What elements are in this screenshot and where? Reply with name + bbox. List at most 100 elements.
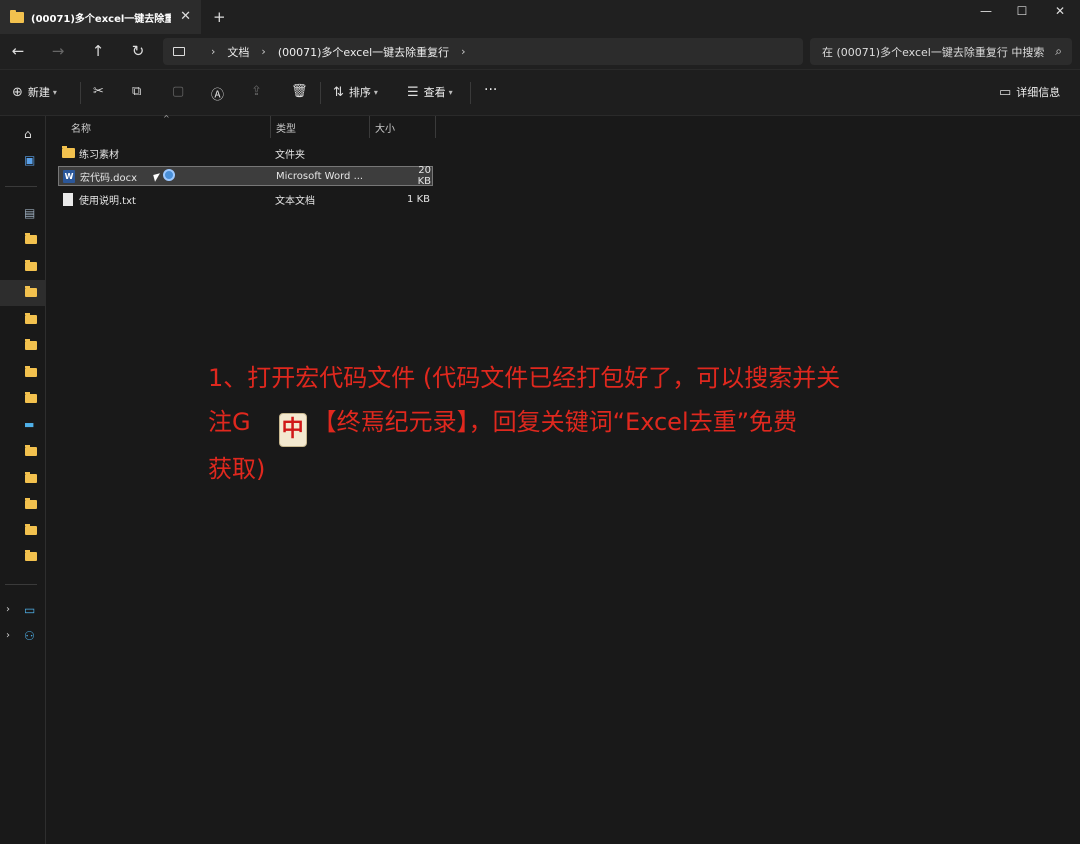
rename-icon: Ⓐ: [211, 88, 225, 103]
column-divider[interactable]: [435, 116, 436, 138]
address-bar[interactable]: › 文档 › (00071)多个excel一键去除重复行 ›: [163, 38, 803, 65]
plus-circle-icon: ⊕: [12, 84, 23, 100]
sidebar-item-folder[interactable]: [0, 544, 46, 570]
view-button[interactable]: ☰ 查看 ▾: [407, 84, 453, 100]
folder-icon: [25, 445, 37, 456]
sidebar-item-this-pc[interactable]: › ▭: [0, 598, 46, 624]
sidebar-divider: [5, 186, 37, 187]
view-label: 查看: [423, 86, 446, 99]
file-name-cell: W 宏代码.docx: [63, 169, 137, 184]
sidebar-item-folder[interactable]: [0, 227, 46, 253]
sidebar-divider: [5, 584, 37, 585]
sidebar-item-folder[interactable]: [0, 386, 46, 412]
sidebar-item-folder[interactable]: [0, 307, 46, 333]
search-placeholder: 在 (00071)多个excel一键去除重复行 中搜索: [822, 45, 1044, 59]
column-header-name[interactable]: 名称: [65, 116, 270, 138]
tab-title: (00071)多个excel一键去除重复: [31, 13, 171, 25]
annotation-line-1: 1、打开宏代码文件 (代码文件已经打包好了，可以搜索并关: [208, 364, 841, 392]
more-options-button[interactable]: ···: [484, 82, 497, 98]
details-pane-button[interactable]: ▭ 详细信息: [999, 84, 1060, 100]
maximize-button[interactable]: ☐: [1012, 4, 1032, 18]
tutorial-annotation: 1、打开宏代码文件 (代码文件已经打包好了，可以搜索并关 注G 中【终焉纪元录】，…: [208, 356, 888, 491]
column-header-size[interactable]: 大小: [369, 116, 435, 138]
folder-icon: [25, 286, 37, 297]
back-button[interactable]: ←: [8, 42, 28, 60]
gallery-icon: ▣: [24, 153, 36, 167]
chevron-right-icon[interactable]: ›: [261, 45, 265, 58]
annotation-line-3: 获取): [208, 455, 266, 483]
sidebar-item-folder[interactable]: [0, 333, 46, 359]
text-file-icon: [63, 192, 73, 206]
breadcrumb-documents[interactable]: 文档: [227, 44, 249, 60]
list-view-icon: ☰: [407, 84, 419, 100]
file-row[interactable]: 练习素材 文件夹: [58, 143, 433, 163]
copy-button[interactable]: ⧉: [132, 84, 146, 99]
sidebar-item-folder[interactable]: [0, 492, 46, 518]
folder-icon: [25, 392, 37, 403]
sidebar-item-folder[interactable]: [0, 466, 46, 492]
rename-button[interactable]: Ⓐ: [211, 84, 229, 103]
sidebar-item-folder[interactable]: [0, 254, 46, 280]
sidebar-item-folder[interactable]: [0, 439, 46, 465]
file-name: 使用说明.txt: [79, 195, 136, 207]
sidebar-item-home[interactable]: ⌂: [0, 122, 46, 148]
paste-button[interactable]: ▢: [172, 84, 189, 99]
clipboard-icon: ▢: [172, 84, 185, 99]
chevron-right-icon[interactable]: ›: [6, 604, 10, 615]
file-type: 文本文档: [275, 195, 315, 207]
search-icon[interactable]: ⌕: [1055, 44, 1062, 59]
sort-button[interactable]: ⇅ 排序 ▾: [333, 84, 378, 100]
tab-close-icon[interactable]: ✕: [180, 9, 191, 24]
search-input[interactable]: 在 (00071)多个excel一键去除重复行 中搜索 ⌕: [810, 38, 1072, 65]
new-button[interactable]: ⊕ 新建 ▾: [12, 84, 57, 100]
copy-icon: ⧉: [132, 84, 142, 99]
folder-icon: [25, 550, 37, 561]
file-row[interactable]: 使用说明.txt 文本文档 1 KB: [58, 189, 433, 209]
document-icon: ▤: [24, 206, 36, 220]
folder-icon: [62, 146, 75, 158]
sidebar-item-network[interactable]: › ⚇: [0, 624, 46, 650]
command-bar: ⊕ 新建 ▾ ✂ ⧉ ▢ Ⓐ ⇪ 🗑 ⇅ 排序 ▾ ☰ 查看 ▾ ··· ▭ 详…: [0, 70, 1080, 116]
file-row-selected[interactable]: W 宏代码.docx Microsoft Word ... 20 KB: [58, 165, 433, 187]
sidebar-item-gallery[interactable]: ▣: [0, 148, 46, 174]
forward-button[interactable]: →: [48, 42, 68, 60]
annotation-line-2: 注G 中【终焉纪元录】，回复关键词“Excel去重”免费: [208, 400, 888, 447]
delete-button[interactable]: 🗑: [291, 84, 313, 99]
breadcrumb-current-folder[interactable]: (00071)多个excel一键去除重复行: [278, 44, 449, 60]
chevron-down-icon: ▾: [52, 87, 57, 97]
sidebar-item-folder-selected[interactable]: [0, 280, 46, 306]
chevron-right-icon[interactable]: ›: [6, 630, 10, 641]
network-icon: ⚇: [24, 629, 35, 643]
up-button[interactable]: ↑: [88, 42, 108, 60]
close-button[interactable]: ✕: [1050, 4, 1070, 18]
folder-icon: [10, 9, 24, 23]
sidebar-item-desktop[interactable]: ▬: [0, 413, 46, 439]
toolbar-divider: [470, 82, 471, 104]
file-name-cell: 使用说明.txt: [62, 192, 136, 207]
minimize-button[interactable]: —: [976, 4, 996, 18]
column-header-type[interactable]: 类型: [270, 116, 370, 138]
file-name: 宏代码.docx: [80, 172, 138, 184]
file-size: 20 KB: [417, 165, 431, 187]
active-tab[interactable]: (00071)多个excel一键去除重复 ✕: [0, 0, 201, 34]
title-bar: (00071)多个excel一键去除重复 ✕ + — ☐ ✕: [0, 0, 1080, 34]
sidebar-item-folder[interactable]: [0, 518, 46, 544]
chevron-right-icon[interactable]: ›: [461, 45, 465, 58]
file-size: 1 KB: [407, 193, 430, 205]
file-type: Microsoft Word ...: [276, 170, 364, 182]
this-pc-icon[interactable]: [173, 47, 185, 56]
file-name-cell: 练习素材: [62, 146, 119, 161]
new-tab-button[interactable]: +: [213, 8, 226, 26]
folder-icon: [25, 524, 37, 535]
details-pane-icon: ▭: [999, 84, 1012, 100]
cut-button[interactable]: ✂: [93, 84, 109, 99]
share-button[interactable]: ⇪: [251, 84, 267, 99]
folder-icon: [25, 498, 37, 509]
desktop-icon: ▬: [24, 418, 35, 431]
sidebar-item-documents[interactable]: ▤: [0, 201, 46, 227]
scissors-icon: ✂: [93, 84, 104, 99]
toolbar-divider: [80, 82, 81, 104]
refresh-button[interactable]: ↻: [128, 42, 148, 60]
chevron-right-icon[interactable]: ›: [211, 45, 215, 58]
sidebar-item-folder[interactable]: [0, 360, 46, 386]
